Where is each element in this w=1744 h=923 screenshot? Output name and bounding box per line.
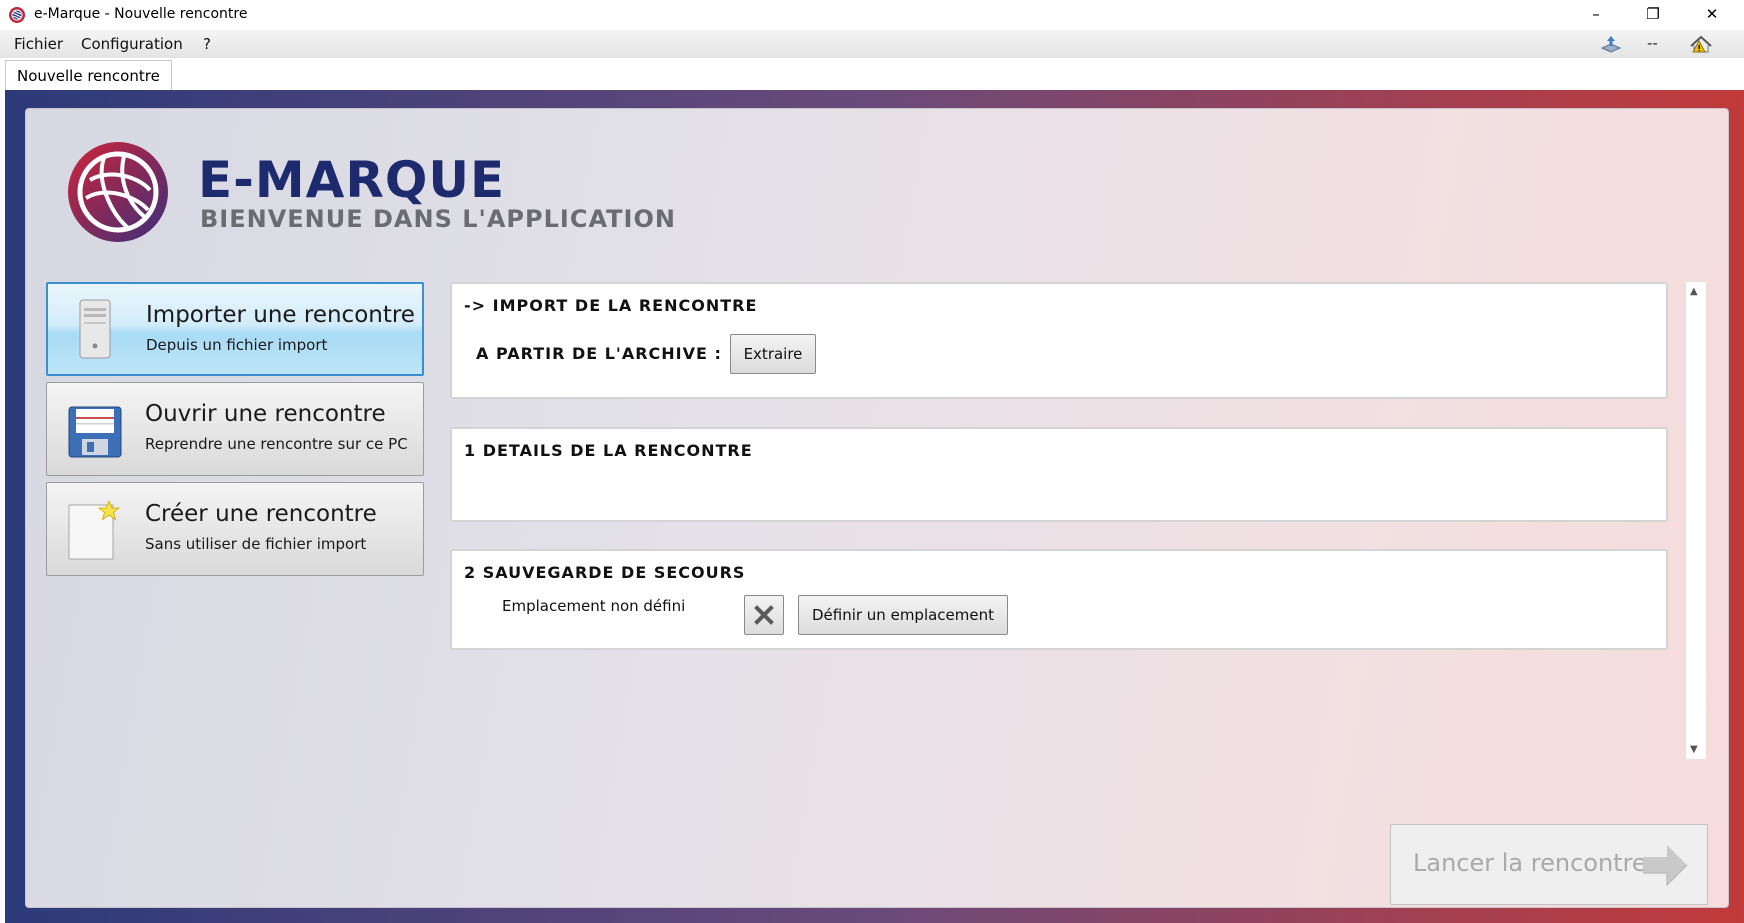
computer-tower-icon [79, 299, 111, 359]
open-match-subtitle: Reprendre une rencontre sur ce PC [145, 435, 408, 453]
open-match-title: Ouvrir une rencontre [145, 401, 386, 427]
arrow-right-icon [1643, 845, 1688, 887]
new-document-icon [68, 499, 121, 560]
warning-home-icon[interactable] [1688, 32, 1714, 56]
floppy-disk-icon [68, 406, 122, 458]
brand-logo-icon [68, 142, 168, 242]
vertical-scrollbar[interactable]: ▲ ▼ [1686, 282, 1706, 759]
scroll-up-icon[interactable]: ▲ [1690, 286, 1698, 297]
menu-configuration[interactable]: Configuration [81, 35, 183, 53]
import-match-button[interactable]: Importer une rencontre Depuis un fichier… [46, 282, 424, 376]
menu-help[interactable]: ? [203, 35, 211, 53]
backup-location-status: Emplacement non défini [502, 597, 686, 615]
extract-button[interactable]: Extraire [730, 334, 816, 374]
backup-section: 2 SAUVEGARDE DE SECOURS Emplacement non … [450, 549, 1668, 650]
restore-icon: ❐ [1646, 5, 1660, 23]
create-match-title: Créer une rencontre [145, 501, 377, 527]
menu-bar: Fichier Configuration ? -- [0, 30, 1744, 58]
restore-button[interactable]: ❐ [1625, 0, 1681, 28]
clear-location-button[interactable] [744, 595, 784, 635]
details-section-heading: 1 DETAILS DE LA RENCONTRE [464, 441, 753, 460]
minimize-icon: – [1592, 5, 1600, 23]
close-icon [754, 605, 774, 625]
tab-nouvelle-rencontre[interactable]: Nouvelle rencontre [5, 60, 172, 90]
define-location-button[interactable]: Définir un emplacement [798, 595, 1008, 635]
tab-strip: Nouvelle rencontre [0, 58, 1744, 90]
window-title: e-Marque - Nouvelle rencontre [34, 6, 248, 22]
scroll-down-icon[interactable]: ▼ [1690, 744, 1698, 755]
create-match-subtitle: Sans utiliser de fichier import [145, 535, 367, 553]
open-match-button[interactable]: Ouvrir une rencontre Reprendre une renco… [46, 382, 424, 476]
main-panel: E-MARQUE BIENVENUE DANS L'APPLICATION Im… [25, 108, 1729, 908]
close-button[interactable]: ✕ [1684, 0, 1740, 28]
create-match-button[interactable]: Créer une rencontre Sans utiliser de fic… [46, 482, 424, 576]
close-icon: ✕ [1705, 5, 1719, 23]
upload-icon[interactable] [1598, 32, 1624, 56]
import-match-title: Importer une rencontre [146, 302, 415, 328]
minimize-button[interactable]: – [1568, 0, 1624, 28]
main-frame: E-MARQUE BIENVENUE DANS L'APPLICATION Im… [5, 90, 1744, 923]
brand-title: E-MARQUE [198, 151, 506, 209]
launch-match-button[interactable]: Lancer la rencontre [1390, 824, 1708, 905]
backup-section-heading: 2 SAUVEGARDE DE SECOURS [464, 563, 746, 582]
brand-subtitle: BIENVENUE DANS L'APPLICATION [200, 205, 676, 233]
import-section-heading: -> IMPORT DE LA RENCONTRE [464, 296, 758, 315]
archive-label: A PARTIR DE L'ARCHIVE : [476, 344, 722, 363]
status-dash: -- [1647, 34, 1658, 52]
title-bar: e-Marque - Nouvelle rencontre – ❐ ✕ [0, 0, 1744, 30]
details-section: 1 DETAILS DE LA RENCONTRE [450, 427, 1668, 522]
import-match-subtitle: Depuis un fichier import [146, 336, 328, 354]
app-logo-icon [9, 7, 25, 23]
menu-fichier[interactable]: Fichier [14, 35, 63, 53]
launch-match-label: Lancer la rencontre [1413, 849, 1647, 877]
import-section: -> IMPORT DE LA RENCONTRE A PARTIR DE L'… [450, 282, 1668, 399]
